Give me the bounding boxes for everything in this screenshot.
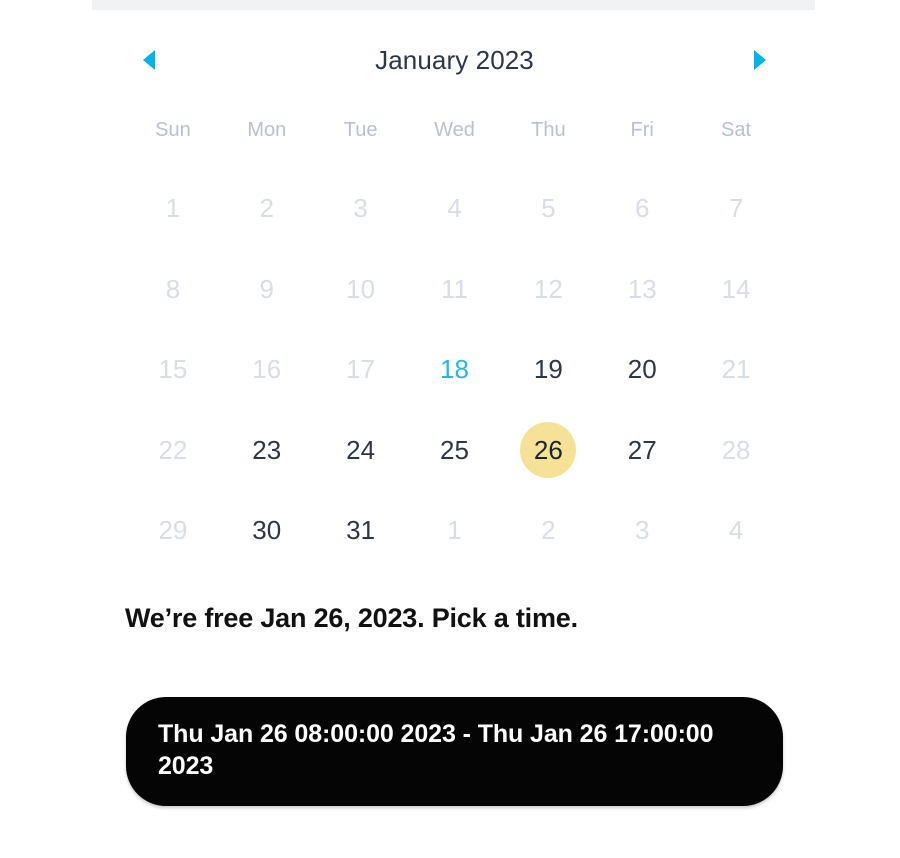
top-divider-strip <box>92 0 815 10</box>
date-15: 15 <box>145 341 201 397</box>
date-25[interactable]: 25 <box>426 422 482 478</box>
date-21: 21 <box>708 341 764 397</box>
date-cell: 28 <box>689 410 783 491</box>
date-cell: 29 <box>126 490 220 571</box>
date-20[interactable]: 20 <box>614 341 670 397</box>
date-cell: 26 <box>501 410 595 491</box>
date-1: 1 <box>145 180 201 236</box>
date-cell: 30 <box>220 490 314 571</box>
date-cell: 7 <box>689 168 783 249</box>
calendar-date-grid: 1 2 3 4 5 6 7 8 9 10 11 12 13 14 15 16 17 18 19 20 21 22 23 24 2… <box>126 168 783 571</box>
weekday-label-wed: Wed <box>434 119 475 141</box>
date-4: 4 <box>426 180 482 236</box>
date-6: 6 <box>614 180 670 236</box>
weekday-label-tue: Tue <box>343 119 378 141</box>
date-14: 14 <box>708 261 764 317</box>
date-cell: 25 <box>408 410 502 491</box>
date-cell: 13 <box>595 249 689 330</box>
date-7: 7 <box>708 180 764 236</box>
date-cell: 14 <box>689 249 783 330</box>
prev-month-button[interactable] <box>126 37 172 83</box>
date-cell: 4 <box>408 168 502 249</box>
date-cell: 8 <box>126 249 220 330</box>
chevron-right-icon <box>752 49 768 71</box>
date-24[interactable]: 24 <box>333 422 389 478</box>
date-5: 5 <box>520 180 576 236</box>
date-cell: 17 <box>314 329 408 410</box>
date-2: 2 <box>520 502 576 558</box>
date-30[interactable]: 30 <box>239 502 295 558</box>
date-31[interactable]: 31 <box>333 502 389 558</box>
next-month-button[interactable] <box>737 37 783 83</box>
calendar-header: January 2023 <box>126 34 783 86</box>
weekday-label-sat: Sat <box>721 119 752 141</box>
chevron-left-icon <box>141 49 157 71</box>
date-4: 4 <box>708 502 764 558</box>
date-cell: 27 <box>595 410 689 491</box>
date-cell: 23 <box>220 410 314 491</box>
time-picker-page: January 2023 Sun Mon Tue Wed Thu Fri Sat… <box>0 0 900 858</box>
date-9: 9 <box>239 261 295 317</box>
date-18[interactable]: 18 <box>426 341 482 397</box>
date-cell: 4 <box>689 490 783 571</box>
date-28: 28 <box>708 422 764 478</box>
date-cell: 3 <box>595 490 689 571</box>
date-11: 11 <box>426 261 482 317</box>
date-cell: 3 <box>314 168 408 249</box>
date-cell: 20 <box>595 329 689 410</box>
date-16: 16 <box>239 341 295 397</box>
date-cell: 2 <box>220 168 314 249</box>
date-2: 2 <box>239 180 295 236</box>
date-10: 10 <box>333 261 389 317</box>
date-cell: 19 <box>501 329 595 410</box>
date-22: 22 <box>145 422 201 478</box>
weekday-label-mon: Mon <box>247 119 287 141</box>
date-23[interactable]: 23 <box>239 422 295 478</box>
calendar-month-title: January 2023 <box>375 45 534 75</box>
date-cell: 2 <box>501 490 595 571</box>
date-cell: 10 <box>314 249 408 330</box>
time-slot-button[interactable]: Thu Jan 26 08:00:00 2023 - Thu Jan 26 17… <box>126 697 783 806</box>
date-17: 17 <box>333 341 389 397</box>
date-3: 3 <box>614 502 670 558</box>
date-cell: 16 <box>220 329 314 410</box>
date-cell: 15 <box>126 329 220 410</box>
date-26[interactable]: 26 <box>520 421 577 478</box>
page-title: We’re free Jan 26, 2023. Pick a time. <box>125 603 578 633</box>
date-cell: 18 <box>408 329 502 410</box>
date-cell: 12 <box>501 249 595 330</box>
date-29: 29 <box>145 502 201 558</box>
weekday-header-row: Sun Mon Tue Wed Thu Fri Sat <box>126 112 783 148</box>
date-cell: 11 <box>408 249 502 330</box>
date-27[interactable]: 27 <box>614 422 670 478</box>
date-cell: 31 <box>314 490 408 571</box>
date-cell: 1 <box>408 490 502 571</box>
weekday-label-thu: Thu <box>531 119 566 141</box>
date-cell: 9 <box>220 249 314 330</box>
date-cell: 22 <box>126 410 220 491</box>
date-cell: 1 <box>126 168 220 249</box>
date-3: 3 <box>333 180 389 236</box>
date-12: 12 <box>520 261 576 317</box>
date-cell: 24 <box>314 410 408 491</box>
date-8: 8 <box>145 261 201 317</box>
date-13: 13 <box>614 261 670 317</box>
date-1: 1 <box>426 502 482 558</box>
weekday-label-fri: Fri <box>630 119 654 141</box>
weekday-label-sun: Sun <box>155 119 191 141</box>
date-cell: 5 <box>501 168 595 249</box>
date-cell: 21 <box>689 329 783 410</box>
date-19[interactable]: 19 <box>520 341 576 397</box>
date-cell: 6 <box>595 168 689 249</box>
